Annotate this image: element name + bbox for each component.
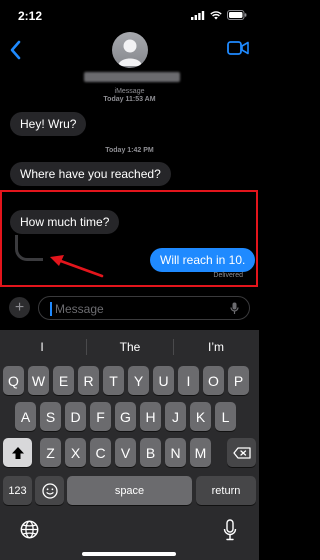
message-bubble-incoming[interactable]: Where have you reached? <box>10 162 171 186</box>
numbers-key[interactable]: 123 <box>3 476 32 505</box>
message-bubble-incoming[interactable]: Hey! Wru? <box>10 112 87 136</box>
timestamp-second: Today 1:42 PM <box>0 146 259 155</box>
message-text: Hey! Wru? <box>20 117 77 131</box>
key-x[interactable]: X <box>65 438 86 467</box>
emoji-key[interactable] <box>35 476 64 505</box>
key-j[interactable]: J <box>165 402 186 431</box>
key-l[interactable]: L <box>215 402 236 431</box>
timestamp-first: Today 11:53 AM <box>0 95 259 104</box>
key-u[interactable]: U <box>153 366 174 395</box>
home-indicator[interactable] <box>82 552 176 556</box>
message-bubble-outgoing[interactable]: Will reach in 10. <box>150 248 256 272</box>
key-n[interactable]: N <box>165 438 186 467</box>
message-text: Will reach in 10. <box>160 253 246 267</box>
video-call-icon[interactable] <box>227 41 249 55</box>
signal-icon <box>191 10 205 20</box>
key-f[interactable]: F <box>90 402 111 431</box>
suggestion-divider <box>86 339 87 355</box>
key-r[interactable]: R <box>78 366 99 395</box>
key-t[interactable]: T <box>103 366 124 395</box>
timestamp-first-text: Today 11:53 AM <box>103 96 156 103</box>
key-d[interactable]: D <box>65 402 86 431</box>
message-bubble-incoming[interactable]: How much time? <box>10 210 120 234</box>
key-q[interactable]: Q <box>3 366 24 395</box>
suggestion-divider <box>173 339 174 355</box>
emoji-icon <box>41 482 58 499</box>
key-h[interactable]: H <box>140 402 161 431</box>
plus-icon: + <box>14 298 25 316</box>
suggestion-item[interactable]: I <box>2 340 82 354</box>
key-g[interactable]: G <box>115 402 136 431</box>
text-caret <box>50 302 52 316</box>
globe-icon[interactable] <box>20 520 39 539</box>
key-i[interactable]: I <box>178 366 199 395</box>
backspace-icon <box>232 446 251 459</box>
key-v[interactable]: V <box>115 438 136 467</box>
key-w[interactable]: W <box>28 366 49 395</box>
key-z[interactable]: Z <box>40 438 61 467</box>
key-b[interactable]: B <box>140 438 161 467</box>
key-p[interactable]: P <box>228 366 249 395</box>
key-m[interactable]: M <box>190 438 211 467</box>
person-silhouette-icon <box>118 39 142 66</box>
message-input[interactable]: Message <box>38 296 250 320</box>
wifi-icon <box>210 10 222 19</box>
delete-key[interactable] <box>227 438 256 467</box>
message-placeholder: Message <box>55 302 104 316</box>
timestamp-second-text: Today 1:42 PM <box>105 147 154 154</box>
shift-key[interactable] <box>3 438 32 467</box>
keyboard-bottom-bar <box>0 512 259 560</box>
status-icons <box>191 10 247 20</box>
predictive-bar: I The I’m <box>0 330 259 364</box>
bubble-tail-shape <box>15 235 43 261</box>
key-s[interactable]: S <box>40 402 61 431</box>
key-e[interactable]: E <box>53 366 74 395</box>
back-chevron-icon[interactable] <box>6 38 26 62</box>
message-text: Where have you reached? <box>20 167 161 181</box>
key-a[interactable]: A <box>15 402 36 431</box>
contact-name-redacted[interactable] <box>84 72 180 82</box>
dictation-mic-icon[interactable] <box>230 302 239 315</box>
battery-icon <box>227 10 247 20</box>
contact-avatar[interactable] <box>112 32 148 68</box>
service-label-text: iMessage <box>114 88 145 95</box>
composer-bar: + Message <box>0 292 259 330</box>
delivery-status: Delivered <box>213 272 243 279</box>
space-key[interactable]: space <box>67 476 192 505</box>
keyboard-mic-icon[interactable] <box>223 519 237 541</box>
key-k[interactable]: K <box>190 402 211 431</box>
annotation-arrow-icon <box>50 255 104 278</box>
key-y[interactable]: Y <box>128 366 149 395</box>
shift-arrow-icon <box>11 446 24 459</box>
suggestion-item[interactable]: The <box>90 340 170 354</box>
apps-plus-button[interactable]: + <box>9 297 30 318</box>
key-o[interactable]: O <box>203 366 224 395</box>
status-bar: 2:12 <box>0 0 259 28</box>
key-c[interactable]: C <box>90 438 111 467</box>
suggestion-item[interactable]: I’m <box>176 340 256 354</box>
return-key[interactable]: return <box>196 476 256 505</box>
status-time: 2:12 <box>18 9 43 23</box>
message-text: How much time? <box>20 215 110 229</box>
